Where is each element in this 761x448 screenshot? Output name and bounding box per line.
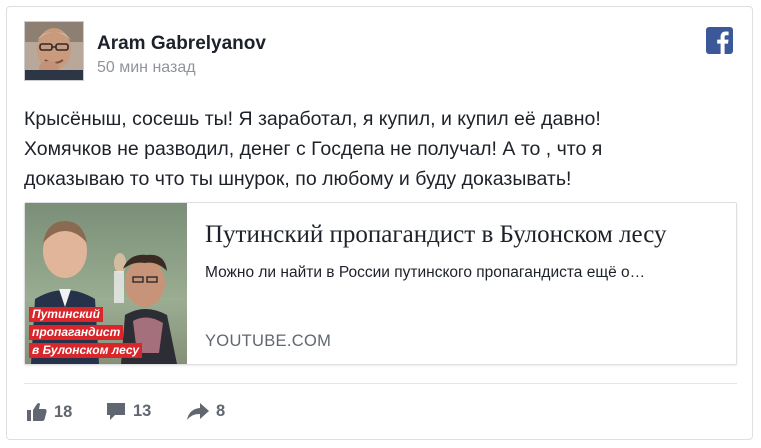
comment-button[interactable]: 13 xyxy=(106,402,151,421)
avatar-photo xyxy=(25,22,83,80)
thumbs-up-icon xyxy=(27,403,47,421)
author-name[interactable]: Aram Gabrelyanov xyxy=(97,33,266,55)
facebook-icon[interactable] xyxy=(706,27,733,54)
share-count: 8 xyxy=(216,402,226,420)
comment-count: 13 xyxy=(133,402,152,420)
avatar[interactable] xyxy=(24,21,84,81)
caption-line: Путинский xyxy=(29,307,103,322)
facebook-post-card: Aram Gabrelyanov 50 мин назад Крысёныш, … xyxy=(6,6,753,440)
like-count: 18 xyxy=(54,402,73,421)
link-title[interactable]: Путинский пропагандист в Булонском лесу xyxy=(205,221,736,249)
comment-icon xyxy=(107,403,125,420)
link-domain: YOUTUBE.COM xyxy=(205,332,332,350)
link-preview-card[interactable]: Путинский пропагандист в Булонском лесу … xyxy=(24,202,737,365)
caption-line: в Булонском лесу xyxy=(29,343,143,358)
divider xyxy=(24,383,737,384)
post-text-line: Крысёныш, сосешь ты! Я заработал, я купи… xyxy=(24,108,601,130)
share-arrow-icon xyxy=(187,402,209,420)
post-text-line: доказываю то что ты шнурок, по любому и … xyxy=(24,168,572,190)
link-description: Можно ли найти в России путинского пропа… xyxy=(205,264,646,281)
thumbnail-caption: Путинский пропагандист в Булонском лесу xyxy=(29,305,145,359)
like-button[interactable]: 18 xyxy=(27,402,72,422)
link-thumbnail[interactable]: Путинский пропагандист в Булонском лесу xyxy=(25,203,187,364)
post-text-line: Хомячков не разводил, денег с Госдепа не… xyxy=(24,138,603,160)
link-text-area[interactable]: Путинский пропагандист в Булонском лесу … xyxy=(205,203,736,364)
post-timestamp[interactable]: 50 мин назад xyxy=(97,59,196,77)
caption-line: пропагандист xyxy=(29,325,124,340)
post-text: Крысёныш, сосешь ты! Я заработал, я купи… xyxy=(24,104,739,194)
share-button[interactable]: 8 xyxy=(187,402,225,421)
